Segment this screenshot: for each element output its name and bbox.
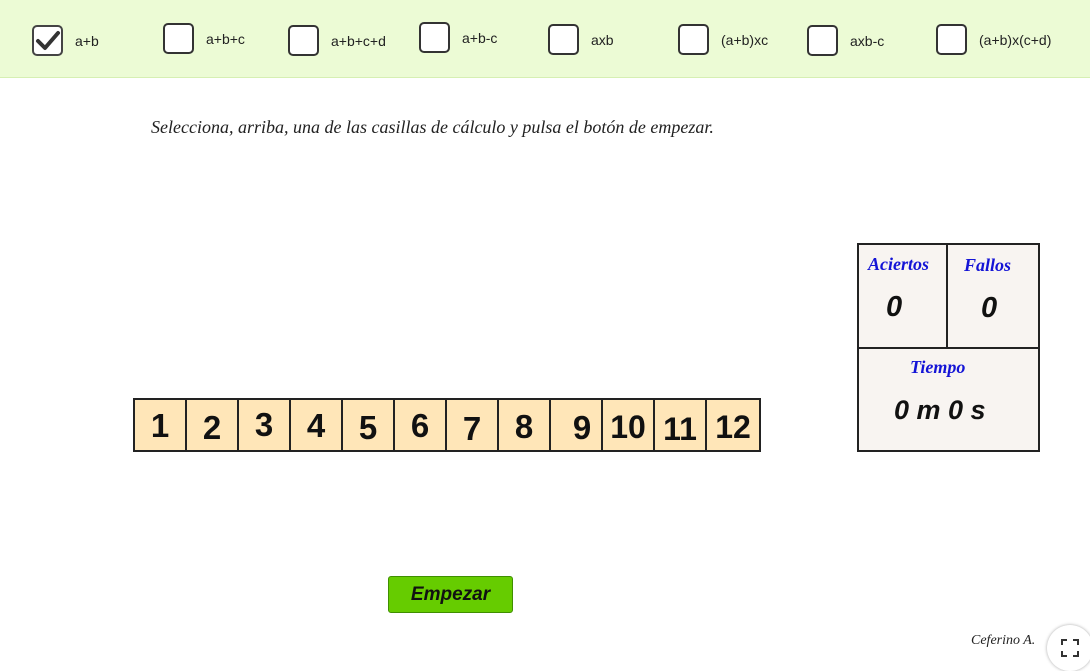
number-cell[interactable]: 12 (707, 400, 759, 450)
number-value: 6 (410, 407, 430, 444)
number-value: 2 (202, 409, 222, 446)
fallos-label: Fallos (964, 255, 1012, 275)
option-checkbox[interactable] (163, 23, 194, 54)
number-cell[interactable]: 3 (239, 400, 291, 450)
option-a-times-b-minus-c[interactable]: axb-c (807, 25, 884, 56)
number-cell[interactable]: 9 (551, 400, 603, 450)
start-button[interactable]: Empezar (388, 576, 513, 613)
number-value: 11 (663, 411, 697, 447)
option-a-plus-b[interactable]: a+b (32, 25, 99, 56)
number-cell[interactable]: 2 (187, 400, 239, 450)
option-label: (a+b)xc (721, 31, 769, 48)
aciertos-value: 0 (886, 291, 903, 323)
number-value: 3 (254, 406, 274, 443)
option-sum-times-c[interactable]: (a+b)xc (678, 24, 768, 55)
option-a-times-b[interactable]: axb (548, 24, 614, 55)
number-cell[interactable]: 6 (395, 400, 447, 450)
option-checkbox[interactable] (936, 24, 967, 55)
options-bar: a+b a+b+c a+b+c+d a+b-c axb (a+b)xc axb-… (0, 0, 1090, 78)
number-cell[interactable]: 5 (343, 400, 395, 450)
fullscreen-button[interactable] (1047, 625, 1090, 671)
checkmark-icon (35, 30, 60, 50)
number-value: 4 (306, 407, 326, 444)
number-cell[interactable]: 7 (447, 400, 499, 450)
number-value: 5 (358, 409, 378, 446)
fallos-value: 0 (981, 292, 998, 324)
option-checkbox[interactable] (678, 24, 709, 55)
number-value: 7 (462, 410, 482, 447)
number-cell[interactable]: 4 (291, 400, 343, 450)
number-value: 10 (610, 409, 646, 445)
score-divider (946, 245, 948, 349)
option-label: (a+b)x(c+d) (979, 31, 1052, 48)
option-label: axb (591, 31, 614, 48)
option-sum-times-sum[interactable]: (a+b)x(c+d) (936, 24, 1051, 55)
option-label: axb-c (850, 32, 885, 49)
score-divider (859, 347, 1038, 349)
number-cell[interactable]: 8 (499, 400, 551, 450)
option-label: a+b-c (462, 29, 498, 46)
number-value: 1 (150, 407, 170, 444)
score-panel: Aciertos 0 Fallos 0 Tiempo 0 m 0 s (857, 243, 1040, 452)
option-a-plus-b-plus-c[interactable]: a+b+c (163, 23, 245, 54)
number-value: 12 (715, 409, 751, 445)
number-cell[interactable]: 1 (135, 400, 187, 450)
option-checkbox[interactable] (32, 25, 63, 56)
option-label: a+b (75, 32, 99, 49)
tiempo-value: 0 m 0 s (894, 395, 986, 425)
number-value: 8 (514, 408, 534, 445)
option-label: a+b+c+d (331, 32, 386, 49)
option-label: a+b+c (206, 30, 245, 47)
instruction-text: Selecciona, arriba, una de las casillas … (151, 117, 714, 137)
option-a-plus-b-minus-c[interactable]: a+b-c (419, 22, 497, 53)
number-strip: 1 2 3 4 5 6 7 8 9 10 11 12 (133, 398, 761, 452)
option-a-plus-b-plus-c-plus-d[interactable]: a+b+c+d (288, 25, 386, 56)
fullscreen-icon (1061, 639, 1079, 657)
tiempo-label: Tiempo (910, 357, 966, 377)
aciertos-label: Aciertos (868, 254, 929, 274)
option-checkbox[interactable] (807, 25, 838, 56)
number-cell[interactable]: 11 (655, 400, 707, 450)
author-credit: Ceferino A. (971, 633, 1036, 648)
option-checkbox[interactable] (419, 22, 450, 53)
option-checkbox[interactable] (288, 25, 319, 56)
number-cell[interactable]: 10 (603, 400, 655, 450)
option-checkbox[interactable] (548, 24, 579, 55)
number-value: 9 (572, 409, 592, 446)
